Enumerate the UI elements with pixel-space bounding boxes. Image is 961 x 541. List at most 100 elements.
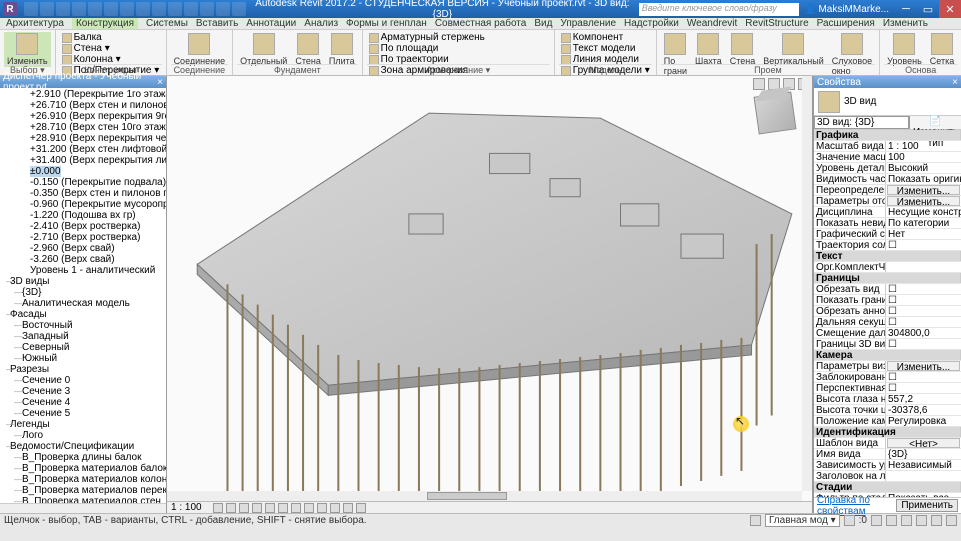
tree-node[interactable]: {3D} (0, 287, 166, 298)
property-row[interactable]: Высота глаза наблюд...557,2 (814, 394, 961, 405)
scrollbar-thumb[interactable] (427, 492, 507, 500)
lock-3d-icon[interactable] (304, 503, 314, 513)
tree-node[interactable]: Разрезы (0, 364, 166, 375)
tree-node[interactable]: -2.410 (Верх ростверка) (0, 221, 166, 232)
tree-node[interactable]: В_Проверка длины балок (0, 452, 166, 463)
maximize-button[interactable]: ▭ (917, 0, 939, 18)
tree-node[interactable]: +26.910 (Верх перекрытия 9го этажа) (0, 111, 166, 122)
qat-close-icon[interactable] (168, 2, 182, 16)
tab-архитектура[interactable]: Архитектура (6, 18, 64, 29)
tree-node[interactable]: В_Проверка материалов колонн (0, 474, 166, 485)
tree-node[interactable]: Лого (0, 430, 166, 441)
qat-3d-icon[interactable] (200, 2, 214, 16)
tab-совместная работа[interactable]: Совместная работа (435, 18, 527, 29)
ribbon-button[interactable]: Сетка (927, 32, 957, 67)
status-filter-icon[interactable] (946, 515, 957, 526)
property-row[interactable]: Высота точки цели-30378,6 (814, 405, 961, 416)
project-browser-scrollbar[interactable] (0, 503, 166, 513)
tree-node[interactable]: Фасады (0, 309, 166, 320)
tab-вид[interactable]: Вид (534, 18, 552, 29)
tree-node[interactable]: -0.960 (Перекрытие мусоропровода) (0, 199, 166, 210)
tree-node[interactable]: +31.200 (Верх стен лифтовой шахты) (0, 144, 166, 155)
tree-node[interactable]: -2.960 (Верх свай) (0, 243, 166, 254)
tree-node[interactable]: Легенды (0, 419, 166, 430)
property-row[interactable]: ДисциплинаНесущие конструкции (814, 207, 961, 218)
ribbon-button[interactable]: Стена (727, 32, 759, 67)
qat-open-icon[interactable] (24, 2, 38, 16)
tree-node[interactable]: ±0.000 (0, 166, 166, 177)
tree-node[interactable]: -2.710 (Верх ростверка) (0, 232, 166, 243)
ribbon-button[interactable]: Уровень (884, 32, 925, 67)
tab-конструкция[interactable]: Конструкция (72, 18, 138, 29)
edit-type-button[interactable]: 📄 Изменить тип (909, 116, 961, 129)
tree-node[interactable]: +31.400 (Верх перекрытия лифтовой шахты) (0, 155, 166, 166)
property-row[interactable]: Шаблон вида<Нет> (814, 438, 961, 449)
viewport-3d[interactable]: 1 : 100 (167, 76, 813, 513)
property-row[interactable]: Видимость частейПоказать оригинал (814, 174, 961, 185)
tab-управление[interactable]: Управление (560, 18, 616, 29)
ribbon-button[interactable]: Плита (326, 32, 358, 67)
tree-node[interactable]: +28.710 (Верх стен 10го этажа) (0, 122, 166, 133)
qat-sync-icon[interactable] (216, 2, 230, 16)
property-row[interactable]: Параметры визуализа...Изменить... (814, 361, 961, 372)
apply-button[interactable]: Применить (896, 499, 958, 512)
tab-надстройки[interactable]: Надстройки (624, 18, 679, 29)
ribbon-item[interactable]: Компонент (559, 32, 652, 43)
property-row[interactable]: Показать невидимые ...По категории (814, 218, 961, 229)
tab-анализ[interactable]: Анализ (304, 18, 338, 29)
property-row[interactable]: Орг.КомплектЧертежей (814, 262, 961, 273)
property-row[interactable]: Заголовок на листе (814, 471, 961, 482)
tab-аннотации[interactable]: Аннотации (246, 18, 296, 29)
render-icon[interactable] (265, 503, 275, 513)
tree-node[interactable]: Уровень 1 - аналитический (0, 265, 166, 276)
ribbon-button[interactable]: Отдельный (237, 32, 290, 67)
status-select-underlay-icon[interactable] (886, 515, 897, 526)
tree-node[interactable]: 3D виды (0, 276, 166, 287)
shadows-icon[interactable] (252, 503, 262, 513)
property-row[interactable]: Масштаб вида1 : 100 (814, 141, 961, 152)
property-row[interactable]: Перспективная (814, 383, 961, 394)
crop-icon[interactable] (278, 503, 288, 513)
tree-node[interactable]: Сечение 0 (0, 375, 166, 386)
close-button[interactable]: ✕ (939, 0, 961, 18)
project-browser-tree[interactable]: +2.910 (Перекрытие 1го этажа)+26.710 (Ве… (0, 88, 166, 503)
tree-node[interactable]: Сечение 3 (0, 386, 166, 397)
property-row[interactable]: Графический стиль ра...Нет (814, 229, 961, 240)
ribbon-button[interactable]: Шахта (692, 32, 725, 67)
ribbon-button[interactable]: Вертикальный (760, 32, 827, 67)
tree-node[interactable]: Северный (0, 342, 166, 353)
sun-path-icon[interactable] (239, 503, 249, 513)
tab-изменить[interactable]: Изменить (883, 18, 928, 29)
property-row[interactable]: Положение камерыРегулировка (814, 416, 961, 427)
tab-формы и генплан[interactable]: Формы и генплан (346, 18, 427, 29)
qat-thin-icon[interactable] (152, 2, 166, 16)
project-browser-close-icon[interactable]: × (157, 77, 163, 88)
ribbon-button[interactable]: Соединение (171, 32, 229, 67)
property-row[interactable]: Параметры отображе...Изменить... (814, 196, 961, 207)
tree-node[interactable]: Ведомости/Спецификации (0, 441, 166, 452)
status-select-face-icon[interactable] (916, 515, 927, 526)
property-row[interactable]: Переопределения вид...Изменить... (814, 185, 961, 196)
qat-switch-icon[interactable] (184, 2, 198, 16)
ribbon-item[interactable]: По площади (367, 43, 550, 54)
tree-node[interactable]: +26.710 (Верх стен и пилонов 9го этажа) (0, 100, 166, 111)
status-drag-icon[interactable] (931, 515, 942, 526)
status-workset-combo[interactable]: Главная мод ▾ (765, 514, 840, 527)
tab-weandrevit[interactable]: Weandrevit (687, 18, 737, 29)
tree-node[interactable]: +2.910 (Перекрытие 1го этажа) (0, 89, 166, 100)
minimize-button[interactable]: ─ (895, 0, 917, 18)
tree-node[interactable]: Аналитическая модель (0, 298, 166, 309)
qat-print-icon[interactable] (88, 2, 102, 16)
status-select-link-icon[interactable] (871, 515, 882, 526)
type-selector[interactable]: 3D вид (814, 88, 961, 116)
ribbon-item[interactable]: Балка (60, 32, 162, 43)
tree-node[interactable]: В_Проверка материалов стен (0, 496, 166, 503)
qat-align-icon[interactable] (120, 2, 134, 16)
qat-section-icon[interactable] (136, 2, 150, 16)
tab-вставить[interactable]: Вставить (196, 18, 238, 29)
type-combo[interactable]: 3D вид: {3D} (814, 116, 909, 129)
crop-show-icon[interactable] (291, 503, 301, 513)
qat-undo-icon[interactable] (56, 2, 70, 16)
property-row[interactable]: Обрезать вид (814, 284, 961, 295)
tree-node[interactable]: +28.910 (Верх перекрытия чердака) (0, 133, 166, 144)
